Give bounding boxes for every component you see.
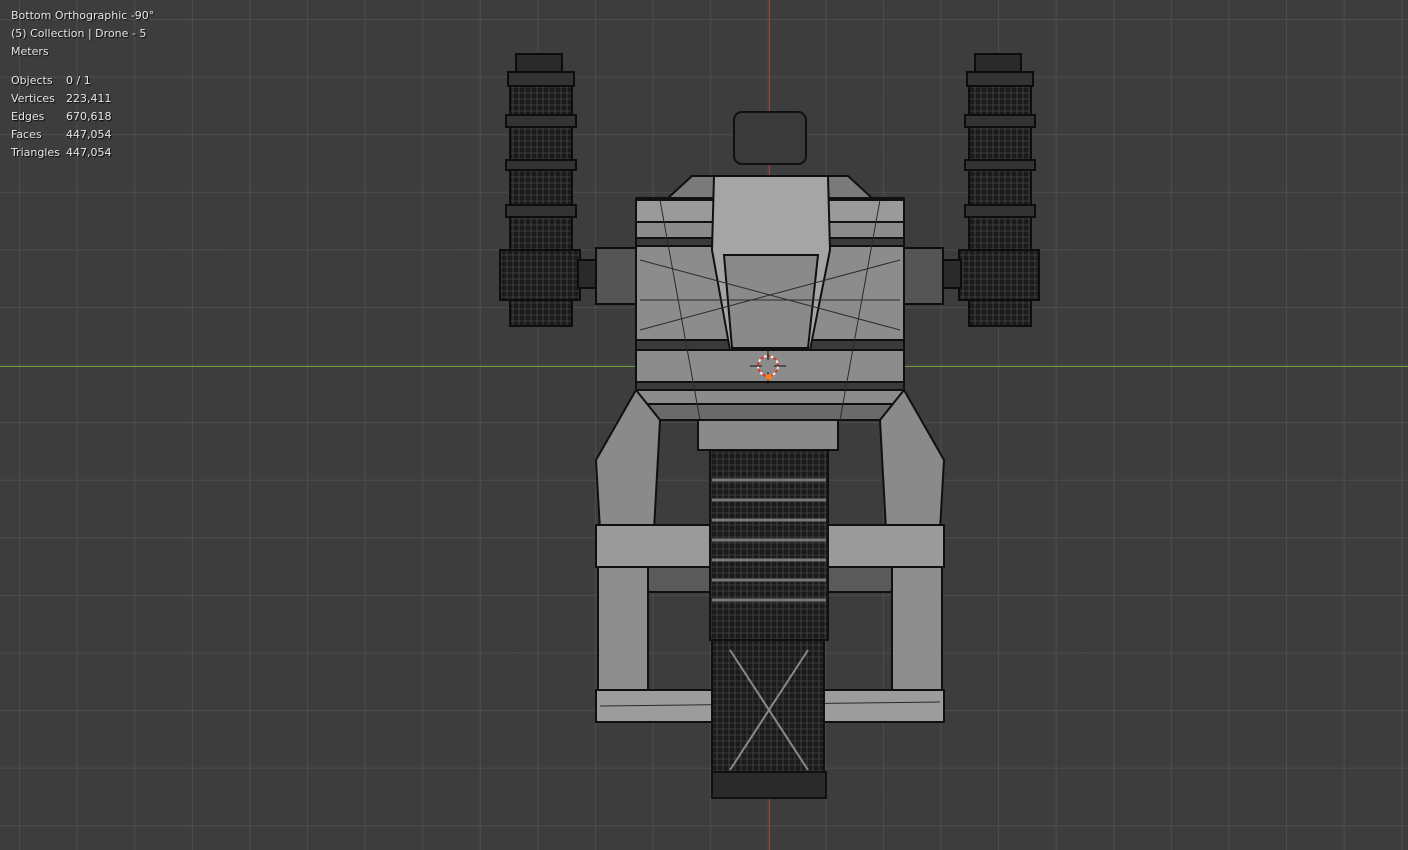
view-name-label: Bottom Orthographic -90° (11, 9, 155, 22)
stat-value: 447,054 (66, 128, 112, 141)
right-motor-pod[interactable] (902, 53, 1040, 327)
stat-row-faces: Faces 447,054 (11, 126, 154, 144)
stat-value: 0 / 1 (66, 74, 91, 87)
3d-viewport[interactable]: Bottom Orthographic -90° (5) Collection … (0, 0, 1408, 850)
stat-label: Faces (11, 128, 42, 141)
stat-label: Edges (11, 110, 45, 123)
viewport-info-overlay: Bottom Orthographic -90° (5) Collection … (11, 7, 154, 162)
stat-label: Objects (11, 74, 53, 87)
collection-label: (5) Collection | Drone - 5 (11, 27, 147, 40)
drone-spine[interactable] (697, 419, 839, 799)
stat-label: Vertices (11, 92, 55, 105)
stat-row-vertices: Vertices 223,411 (11, 90, 154, 108)
units-label: Meters (11, 45, 49, 58)
stat-row-objects: Objects 0 / 1 (11, 72, 154, 90)
stat-label: Triangles (11, 146, 60, 159)
stat-value: 447,054 (66, 146, 112, 159)
drone-body[interactable] (635, 111, 905, 421)
stat-value: 670,618 (66, 110, 112, 123)
stat-row-triangles: Triangles 447,054 (11, 144, 154, 162)
left-motor-pod[interactable] (499, 53, 637, 327)
drone-mesh[interactable] (0, 0, 1408, 850)
stat-row-edges: Edges 670,618 (11, 108, 154, 126)
stat-value: 223,411 (66, 92, 112, 105)
